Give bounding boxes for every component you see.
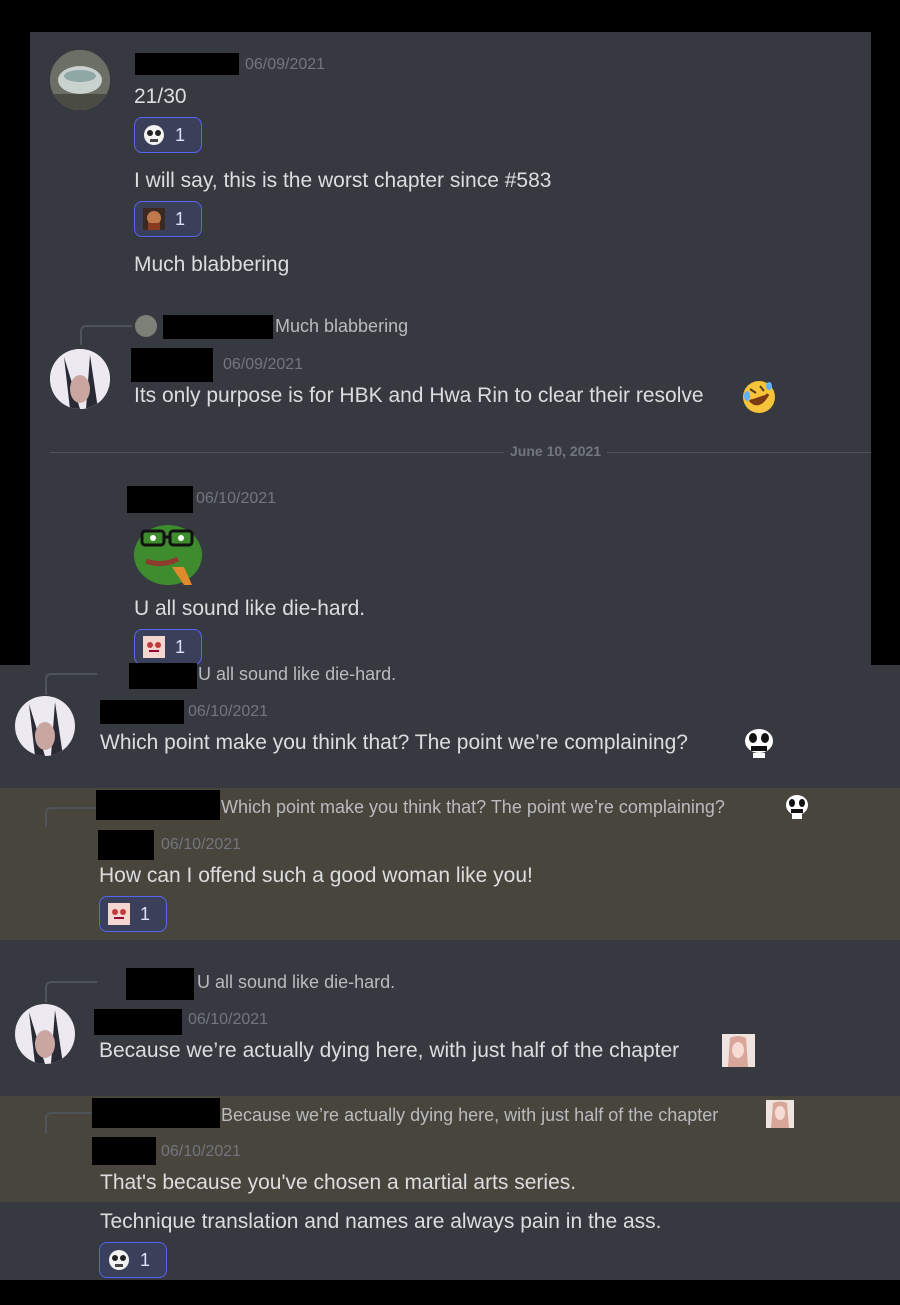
anime-avatar-icon (15, 696, 75, 756)
anime-avatar-icon (15, 1004, 75, 1064)
message-text: Much blabbering (134, 253, 290, 276)
reply-preview-text[interactable]: Because we’re actually dying here, with … (221, 1105, 718, 1126)
message-text: Because we’re actually dying here, with … (99, 1039, 680, 1062)
reply-spine (45, 981, 97, 1003)
reply-preview-text[interactable]: Much blabbering (275, 316, 408, 337)
reaction-count: 1 (140, 1249, 151, 1270)
username-redacted[interactable] (163, 315, 273, 339)
username-redacted[interactable] (127, 486, 193, 513)
reaction-button[interactable]: 1 (134, 117, 202, 153)
reaction-count: 1 (175, 124, 186, 145)
avatar[interactable] (50, 349, 110, 409)
anime-girl-emoji-icon (722, 1034, 755, 1067)
reply-spine (45, 1112, 97, 1134)
timestamp: 06/10/2021 (188, 703, 269, 720)
anime-face-emoji-icon (108, 903, 130, 925)
avatar[interactable] (15, 1004, 75, 1064)
timestamp: 06/10/2021 (161, 836, 242, 853)
grin-face-emoji-icon (786, 795, 808, 819)
username-redacted[interactable] (135, 53, 239, 75)
message-text: U all sound like die-hard. (134, 597, 366, 620)
reaction-count: 1 (175, 208, 186, 229)
anime-avatar-icon (50, 349, 110, 409)
username-redacted[interactable] (92, 1137, 156, 1165)
reply-preview-text[interactable]: Which point make you think that? The poi… (221, 797, 725, 818)
pepe-skull-emoji-icon (144, 125, 164, 145)
reply-avatar[interactable] (135, 315, 157, 337)
anime-girl-emoji-icon (766, 1100, 794, 1128)
message-text: Which point make you think that? The poi… (100, 731, 688, 754)
grin-face-emoji-icon (745, 729, 773, 758)
rofl-emoji-icon (743, 381, 775, 413)
message-text: Technique translation and names are alwa… (100, 1210, 662, 1233)
message-text: Its only purpose is for HBK and Hwa Rin … (134, 384, 704, 407)
reaction-button[interactable]: 1 (99, 1242, 167, 1278)
cup-avatar-icon (50, 50, 110, 110)
reply-spine (80, 325, 132, 345)
username-redacted[interactable] (98, 830, 154, 860)
timestamp: 06/10/2021 (188, 1011, 269, 1028)
anime-face-emoji-icon (143, 636, 165, 658)
reply-preview-text[interactable]: U all sound like die-hard. (198, 664, 396, 685)
reply-preview-text[interactable]: U all sound like die-hard. (197, 972, 395, 993)
reaction-button[interactable]: 1 (99, 896, 167, 932)
date-divider-line (50, 452, 871, 453)
date-divider: June 10, 2021 (504, 443, 608, 459)
reaction-button[interactable]: 1 (134, 201, 202, 237)
avatar[interactable] (50, 50, 110, 110)
reaction-count: 1 (175, 636, 186, 657)
username-redacted[interactable] (126, 968, 194, 1000)
timestamp: 06/10/2021 (161, 1143, 242, 1160)
reply-spine (45, 807, 97, 827)
reaction-count: 1 (140, 903, 151, 924)
username-redacted[interactable] (94, 1009, 182, 1035)
username-redacted[interactable] (131, 348, 213, 382)
message-text: That's because you've chosen a martial a… (100, 1171, 577, 1194)
reaction-button[interactable]: 1 (134, 629, 202, 665)
avatar[interactable] (15, 696, 75, 756)
message-text: 21/30 (134, 85, 187, 108)
pepe-skull-emoji-icon (109, 1250, 129, 1270)
message-text: I will say, this is the worst chapter si… (134, 169, 552, 192)
man-face-emoji-icon (143, 208, 165, 230)
username-redacted[interactable] (92, 1098, 220, 1128)
username-redacted[interactable] (100, 700, 184, 724)
message-text: How can I offend such a good woman like … (99, 864, 533, 887)
username-redacted[interactable] (129, 663, 197, 689)
timestamp: 06/09/2021 (245, 56, 326, 73)
timestamp: 06/09/2021 (223, 356, 304, 373)
pepe-glasses-sticker-icon[interactable] (132, 515, 204, 587)
username-redacted[interactable] (96, 790, 220, 820)
timestamp: 06/10/2021 (196, 490, 277, 507)
reply-spine (45, 673, 97, 695)
